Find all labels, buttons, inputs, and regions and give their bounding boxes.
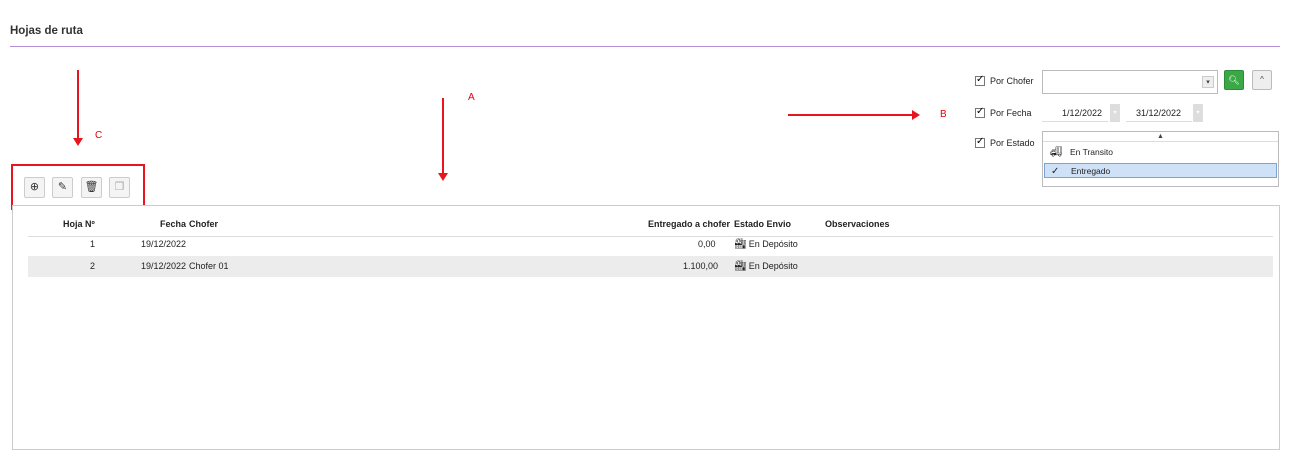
date-to-input[interactable]: 31/12/2022: [1126, 104, 1192, 122]
filter-estado-checkbox[interactable]: [975, 136, 985, 148]
column-observaciones[interactable]: Observaciones: [825, 219, 890, 229]
filter-chofer-row: Por Chofer: [975, 74, 1045, 86]
date-from-picker-button[interactable]: ▾: [1110, 104, 1120, 122]
add-button[interactable]: ⊕: [24, 177, 45, 198]
search-button[interactable]: 🔍︎: [1224, 70, 1244, 90]
annotation-arrow-a: [438, 98, 448, 181]
page-title: Hojas de ruta: [10, 25, 83, 37]
cell-hoja: 2: [90, 261, 96, 271]
annotation-label-b: B: [940, 109, 947, 120]
date-to-picker-button[interactable]: ▾: [1193, 104, 1203, 122]
filter-estado-row: Por Estado: [975, 136, 1045, 148]
cell-estado-label: En Depósito: [748, 239, 798, 249]
cell-hoja: 1: [90, 239, 96, 249]
copy-icon: ❐: [114, 181, 125, 193]
chevron-up-icon: ^: [1260, 75, 1264, 84]
trash-icon: 🗑︎: [84, 181, 99, 193]
edit-button[interactable]: ✎: [52, 177, 73, 198]
annotation-label-a: A: [468, 92, 475, 103]
filter-fecha-checkbox[interactable]: [975, 106, 985, 118]
pencil-icon: ✎: [57, 181, 68, 193]
column-chofer[interactable]: Chofer: [189, 219, 218, 229]
estado-listbox[interactable]: ▲ 🚚︎ En Transito ✓ Entregado: [1042, 131, 1279, 187]
annotation-arrow-c: [73, 70, 83, 146]
cell-chofer: Chofer 01: [189, 261, 229, 271]
cell-estado: 🏭︎ En Depósito: [734, 256, 798, 277]
estado-option-label: En Transito: [1070, 147, 1113, 157]
column-estado-envio[interactable]: Estado Envio: [734, 219, 791, 229]
hojas-grid: Hoja Nº Fecha Chofer Entregado a chofer …: [12, 205, 1280, 450]
copy-button[interactable]: ❐: [109, 177, 130, 198]
column-entregado[interactable]: Entregado a chofer: [648, 219, 730, 229]
column-hoja[interactable]: Hoja Nº: [63, 219, 95, 229]
annotation-label-c: C: [95, 130, 103, 141]
add-circle-icon: ⊕: [29, 181, 40, 193]
cell-estado: 🏭︎ En Depósito: [734, 234, 798, 255]
truck-icon: 🚚︎: [1050, 147, 1063, 158]
filter-estado-label: Por Estado: [990, 138, 1035, 148]
title-divider: [10, 46, 1280, 47]
search-icon: 🔍︎: [1228, 75, 1240, 85]
check-icon: ✓: [1051, 166, 1060, 177]
cell-fecha: 19/12/2022: [141, 261, 187, 271]
chofer-select[interactable]: ▾: [1042, 70, 1218, 94]
cell-estado-label: En Depósito: [748, 261, 798, 271]
annotation-arrow-b: [788, 110, 920, 120]
warehouse-icon: 🏭︎: [734, 261, 747, 272]
cell-entregado: 1.100,00: [683, 261, 719, 271]
table-row[interactable]: 2 19/12/2022 Chofer 01 1.100,00 🏭︎ En Dep…: [28, 256, 1273, 277]
chevron-down-icon[interactable]: ▾: [1202, 76, 1214, 88]
table-row[interactable]: 1 19/12/2022 0,00 🏭︎ En Depósito: [28, 234, 1273, 255]
column-fecha[interactable]: Fecha: [160, 219, 186, 229]
filter-chofer-checkbox[interactable]: [975, 74, 985, 86]
estado-option-entregado[interactable]: ✓ Entregado: [1044, 163, 1277, 178]
estado-option-label: Entregado: [1071, 166, 1111, 176]
cell-entregado: 0,00: [698, 239, 716, 249]
cell-fecha: 19/12/2022: [141, 239, 187, 249]
warehouse-icon: 🏭︎: [734, 239, 747, 250]
filter-chofer-label: Por Chofer: [990, 76, 1034, 86]
estado-option-en-transito[interactable]: 🚚︎ En Transito: [1044, 145, 1277, 160]
filter-fecha-label: Por Fecha: [990, 108, 1032, 118]
chevron-up-icon[interactable]: ▲: [1043, 132, 1278, 142]
filter-fecha-row: Por Fecha: [975, 106, 1045, 118]
date-from-input[interactable]: 1/12/2022: [1042, 104, 1108, 122]
delete-button[interactable]: 🗑︎: [81, 177, 102, 198]
collapse-filters-button[interactable]: ^: [1252, 70, 1272, 90]
